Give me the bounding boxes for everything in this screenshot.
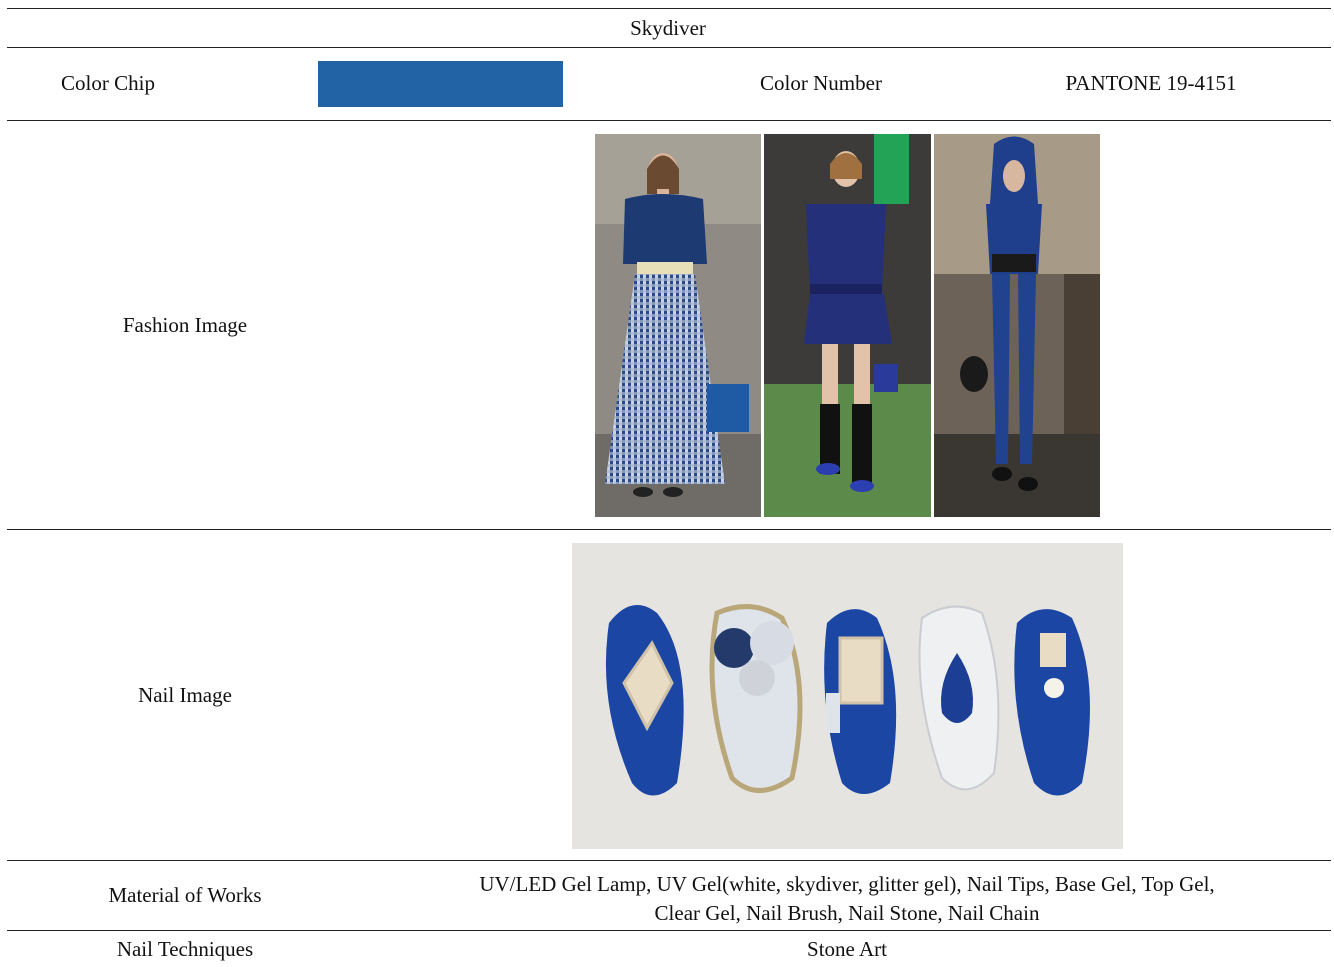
fashion-photo-1-art (595, 134, 761, 517)
material-value: UV/LED Gel Lamp, UV Gel(white, skydiver,… (417, 870, 1277, 928)
color-number-label: Color Number (760, 71, 882, 95)
material-row-rule (7, 930, 1331, 931)
title-rule (7, 47, 1331, 48)
fashion-photo-2 (764, 134, 931, 517)
color-chip-label: Color Chip (61, 71, 155, 95)
top-rule (7, 8, 1331, 9)
material-label: Material of Works (108, 883, 262, 907)
material-line-2: Clear Gel, Nail Brush, Nail Stone, Nail … (654, 901, 1040, 925)
fashion-row-rule (7, 529, 1331, 530)
nail-row-rule (7, 860, 1331, 861)
nail-photo-art (572, 543, 1123, 849)
color-number-value: PANTONE 19-4151 (1065, 71, 1237, 95)
fashion-photo-3 (934, 134, 1100, 517)
chip-row-rule (7, 120, 1331, 121)
material-line-1: UV/LED Gel Lamp, UV Gel(white, skydiver,… (479, 872, 1215, 896)
techniques-value: Stone Art (807, 937, 887, 961)
fashion-image-label: Fashion Image (122, 313, 248, 337)
techniques-label: Nail Techniques (116, 937, 254, 961)
fashion-photo-2-art (764, 134, 931, 517)
fashion-photo-3-art (934, 134, 1100, 517)
table-title: Skydiver (630, 16, 706, 40)
fashion-photo-1 (595, 134, 761, 517)
nail-photo (572, 543, 1123, 849)
nail-image-label: Nail Image (138, 683, 232, 707)
color-chip-swatch (318, 61, 563, 107)
